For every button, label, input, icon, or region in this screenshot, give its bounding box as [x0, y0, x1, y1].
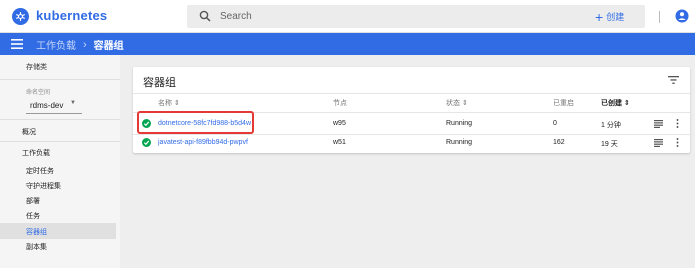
sidebar-item-overview[interactable]: 概况 — [22, 127, 36, 137]
column-header-node: 节点 — [333, 100, 347, 107]
sidebar-divider — [0, 79, 120, 80]
create-button[interactable]: + 创建 — [595, 8, 625, 25]
filter-icon[interactable] — [668, 76, 679, 84]
caret-down-icon: ▼ — [70, 100, 76, 106]
create-label: 创建 — [606, 12, 625, 22]
breadcrumb-pods: 容器组 — [93, 41, 124, 52]
sidebar-item-cronjobs[interactable]: 定时任务 — [26, 166, 54, 176]
pods-card: 容器组 名称 ⇕ 节点 状态 ⇕ 已重启 已创建 ⇕ dotnetcore-58… — [133, 67, 690, 153]
pod-status: Running — [446, 120, 473, 127]
sidebar-item-jobs[interactable]: 任务 — [26, 211, 40, 221]
plus-icon: + — [595, 8, 604, 25]
column-header-restarts: 已重启 — [553, 100, 574, 107]
more-vert-icon[interactable] — [676, 119, 679, 128]
toolbar-divider — [659, 11, 660, 23]
kubernetes-logo-icon[interactable] — [12, 8, 29, 25]
namespace-select[interactable]: rdms-dev ▼ — [26, 96, 82, 114]
namespace-label: 命名空间 — [26, 90, 51, 96]
sidebar-item-deployments[interactable]: 部署 — [26, 196, 40, 206]
chevron-right-icon: › — [83, 38, 87, 51]
pod-name-link[interactable]: javatest-api-f89fbb94d-pwpvf — [158, 139, 248, 146]
sidebar-item-replicasets[interactable]: 副本集 — [26, 242, 47, 252]
breadcrumb-bar: 工作负载 › 容器组 — [0, 33, 695, 55]
sidebar-item-storage-class[interactable]: 存储类 — [26, 62, 47, 72]
search-box[interactable] — [187, 5, 645, 28]
sidebar-active-bg — [0, 223, 116, 239]
running-check-icon — [142, 138, 151, 147]
search-icon — [199, 10, 211, 22]
sidebar-item-pods[interactable]: 容器组 — [26, 227, 47, 237]
menu-icon[interactable] — [11, 39, 23, 49]
namespace-value: rdms-dev — [30, 101, 64, 110]
pod-restarts: 162 — [553, 139, 565, 146]
logs-icon[interactable] — [654, 120, 663, 128]
pod-status: Running — [446, 139, 473, 146]
highlight-box — [137, 111, 254, 134]
sidebar-divider — [0, 119, 120, 120]
logs-icon[interactable] — [654, 139, 663, 147]
sidebar-item-workloads[interactable]: 工作负载 — [22, 148, 50, 158]
column-header-name[interactable]: 名称 ⇕ — [158, 98, 180, 108]
brand-title[interactable]: kubernetes — [36, 8, 107, 23]
pod-age: 19 天 — [601, 141, 618, 148]
pod-age: 1 分钟 — [601, 122, 621, 129]
sidebar-item-daemonsets[interactable]: 守护进程集 — [26, 181, 61, 191]
pod-node: w95 — [333, 120, 346, 127]
more-vert-icon[interactable] — [676, 138, 679, 147]
row-divider — [133, 134, 690, 135]
sidebar: 存储类 命名空间 rdms-dev ▼ 概况 工作负载 定时任务 守护进程集 部… — [0, 55, 120, 268]
top-bar: kubernetes + 创建 — [0, 0, 695, 33]
search-input[interactable] — [220, 8, 600, 25]
card-divider — [133, 93, 690, 94]
column-header-created[interactable]: 已创建 ⇕ — [601, 98, 630, 108]
pod-restarts: 0 — [553, 120, 557, 127]
sidebar-divider — [0, 141, 120, 142]
breadcrumb: 工作负载 › 容器组 — [36, 37, 124, 53]
pod-node: w51 — [333, 139, 346, 146]
breadcrumb-workloads[interactable]: 工作负载 — [36, 37, 76, 52]
account-icon[interactable] — [675, 9, 689, 23]
column-header-status[interactable]: 状态 ⇕ — [446, 98, 468, 108]
card-title: 容器组 — [143, 77, 176, 89]
